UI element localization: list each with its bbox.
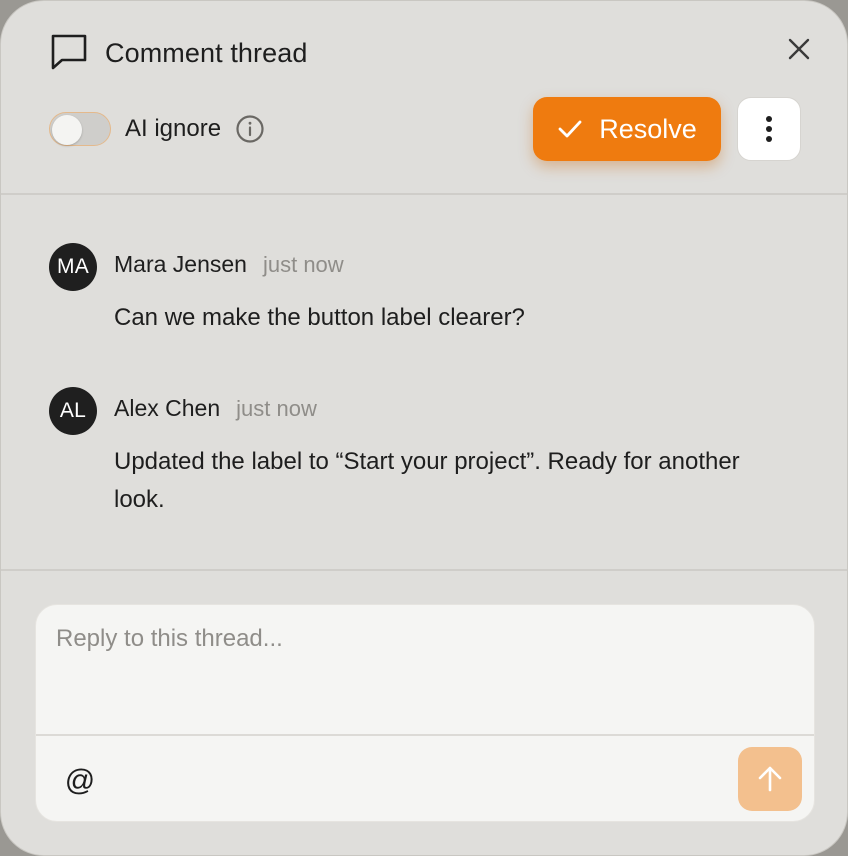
info-icon[interactable] (235, 114, 265, 144)
send-button[interactable] (738, 747, 802, 811)
reply-input[interactable] (36, 605, 814, 735)
comment-body: Can we make the button label clearer? (114, 304, 525, 331)
mention-button[interactable]: @ (60, 761, 100, 801)
arrow-up-icon (758, 766, 782, 792)
resolve-label: Resolve (599, 113, 697, 144)
vertical-ellipsis-icon (766, 116, 772, 142)
comment-meta: Mara Jensen just now (114, 251, 344, 278)
ai-ignore-toggle[interactable] (49, 112, 111, 146)
comment-author: Alex Chen (114, 395, 221, 421)
thread-header: Comment thread AI ignore Resolve (1, 1, 847, 195)
comment-author: Mara Jensen (114, 251, 247, 277)
close-icon (788, 38, 810, 60)
avatar: MA (49, 243, 97, 291)
ai-ignore-row: AI ignore (49, 109, 265, 149)
more-options-button[interactable] (737, 97, 801, 161)
comment-timestamp: just now (262, 252, 344, 277)
comment-thread-panel: Comment thread AI ignore Resolve MA Mara… (0, 0, 848, 856)
speech-bubble-icon (49, 31, 89, 76)
at-sign-icon: @ (64, 764, 96, 797)
page-title: Comment thread (105, 37, 308, 68)
composer-divider (36, 734, 814, 736)
comment-list: MA Mara Jensen just now Can we make the … (1, 195, 847, 571)
close-button[interactable] (783, 33, 815, 65)
toggle-knob (52, 115, 82, 145)
ai-ignore-label: AI ignore (125, 115, 222, 142)
comment-body: Updated the label to “Start your project… (114, 448, 740, 513)
resolve-button[interactable]: Resolve (533, 97, 721, 161)
checkmark-icon (558, 120, 582, 138)
reply-composer: @ (35, 604, 815, 822)
title-row: Comment thread (49, 31, 308, 75)
avatar: AL (49, 387, 97, 435)
comment-timestamp: just now (236, 396, 317, 421)
comment-meta: Alex Chen just now (114, 395, 317, 422)
